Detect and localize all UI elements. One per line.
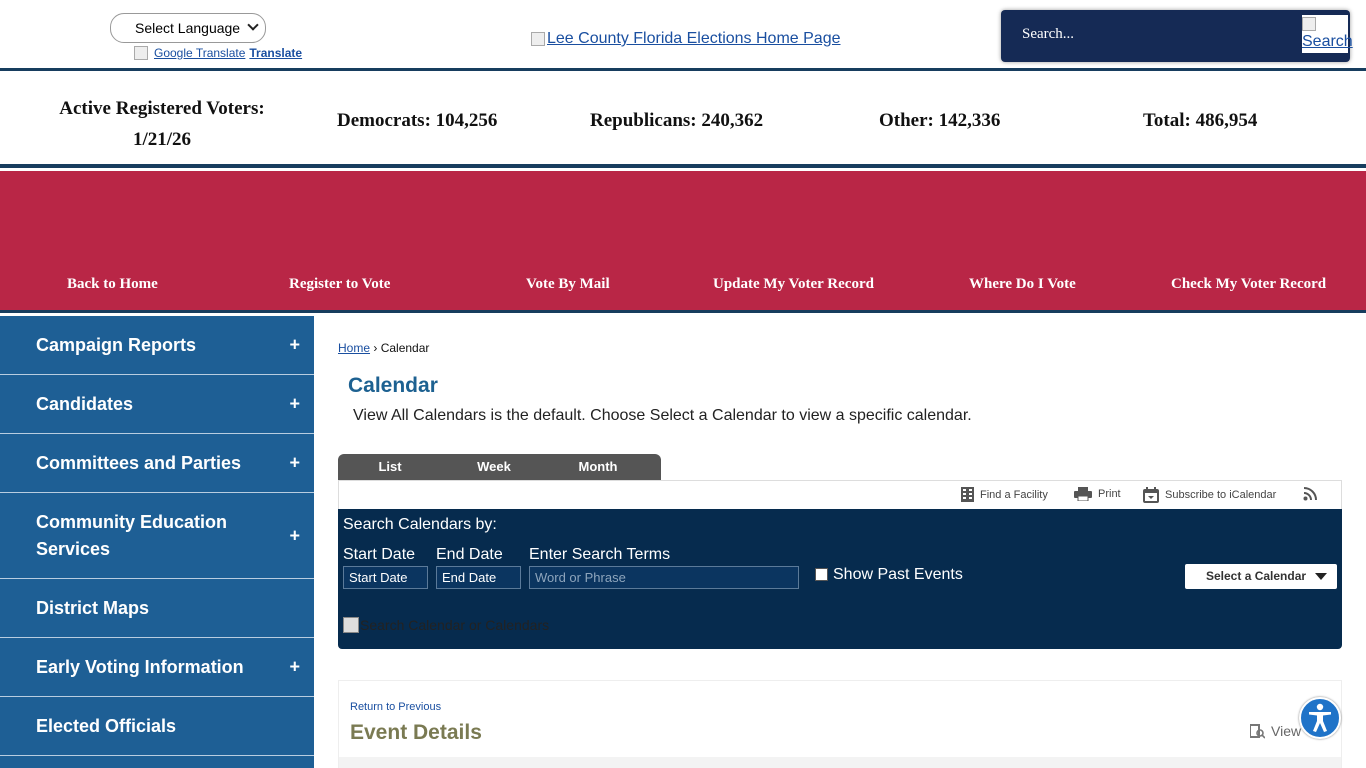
sidebar-item-community-education[interactable]: Community Education Services +: [0, 493, 314, 579]
broken-image-icon: [343, 617, 359, 633]
sidebar-item-label: Community Education Services: [36, 511, 228, 559]
calendar-icon: [1143, 487, 1159, 503]
plus-icon[interactable]: +: [289, 657, 300, 678]
sidebar-item-early-voting[interactable]: Early Voting Information +: [0, 638, 314, 697]
sidebar-item-district-maps[interactable]: District Maps: [0, 579, 314, 638]
print-label: Print: [1098, 488, 1121, 500]
nav-update-voter-record[interactable]: Update My Voter Record: [713, 276, 874, 293]
sidebar-item-label: Elected Officials: [36, 715, 177, 736]
main-nav-band: Back to Home Register to Vote Vote By Ma…: [0, 171, 1366, 313]
select-calendar-dropdown[interactable]: Select a Calendar: [1185, 564, 1337, 589]
sidebar-item-label: Committees and Parties: [36, 452, 242, 473]
plus-icon[interactable]: +: [289, 335, 300, 356]
map-search-icon: [1250, 723, 1265, 739]
details-divider: [339, 757, 1341, 768]
tab-list[interactable]: List: [338, 454, 442, 480]
rss-icon: [1303, 487, 1317, 501]
plus-icon[interactable]: +: [289, 453, 300, 474]
sidebar-item-campaign-reports[interactable]: Campaign Reports +: [0, 316, 314, 375]
sidebar-item-committees-parties[interactable]: Committees and Parties +: [0, 434, 314, 493]
republicans-count: Republicans: 240,362: [590, 110, 764, 131]
main-content: Home › Calendar Calendar View All Calend…: [314, 316, 1366, 768]
site-search-input[interactable]: Search...: [1022, 26, 1074, 43]
print-button[interactable]: Print: [1074, 487, 1121, 501]
google-translate-logo-icon: [134, 46, 148, 60]
breadcrumb-separator: ›: [373, 341, 378, 355]
site-logo-link[interactable]: Lee County Florida Elections Home Page: [531, 30, 841, 48]
site-logo-alt-text: Lee County Florida Elections Home Page: [547, 30, 841, 47]
nav-where-do-i-vote[interactable]: Where Do I Vote: [969, 276, 1076, 293]
page-intro: View All Calendars is the default. Choos…: [353, 407, 972, 424]
sidebar-item-elected-officials[interactable]: Elected Officials: [0, 697, 314, 756]
return-to-previous-link[interactable]: Return to Previous: [350, 701, 441, 713]
show-past-events-label: Show Past Events: [833, 566, 963, 583]
plus-icon[interactable]: +: [289, 394, 300, 415]
site-search-box: Search... Search: [1001, 10, 1353, 62]
end-date-label: End Date: [436, 546, 503, 563]
voter-stats-bar: Active Registered Voters: 1/21/26 Democr…: [0, 74, 1366, 168]
view-label: View: [1271, 723, 1302, 739]
sidebar-menu: Campaign Reports + Candidates + Committe…: [0, 316, 314, 768]
search-calendar-button[interactable]: Search Calendar or Calendars: [343, 617, 549, 633]
sidebar-item-label: Campaign Reports: [36, 334, 197, 355]
breadcrumb-current: Calendar: [380, 341, 430, 355]
sidebar-item-label: Early Voting Information: [36, 656, 244, 677]
event-details-section: Return to Previous Event Details View: [338, 680, 1342, 768]
language-select[interactable]: Select Language: [110, 13, 266, 43]
nav-back-to-home[interactable]: Back to Home: [67, 276, 158, 293]
democrats-count: Democrats: 104,256: [337, 110, 498, 131]
caret-down-icon: [1315, 573, 1327, 580]
sidebar-item-label: Candidates: [36, 393, 134, 414]
search-calendar-button-alt: Search Calendar or Calendars: [360, 617, 550, 633]
language-select-label: Select Language: [135, 20, 241, 36]
active-voters-label: Active Registered Voters: 1/21/26: [52, 93, 272, 155]
plus-icon[interactable]: +: [289, 522, 300, 549]
start-date-label: Start Date: [343, 546, 416, 563]
search-terms-label: Enter Search Terms: [529, 546, 671, 563]
top-header: Select Language Google Translate Transla…: [0, 0, 1366, 71]
rss-button[interactable]: [1303, 487, 1317, 501]
view-tabs: List Week Month: [338, 454, 661, 480]
sidebar-item-label: District Maps: [36, 597, 150, 618]
nav-check-voter-record[interactable]: Check My Voter Record: [1171, 276, 1326, 293]
tab-week[interactable]: Week: [442, 454, 546, 480]
search-icon: [1302, 17, 1316, 31]
calendar-toolbar: Find a Facility Print Subscribe to iCale…: [338, 480, 1342, 509]
subscribe-icalendar-button[interactable]: Subscribe to iCalendar: [1143, 487, 1276, 503]
chevron-down-icon: [247, 19, 259, 31]
active-voters-heading: Active Registered Voters:: [59, 98, 265, 119]
breadcrumb-home-link[interactable]: Home: [338, 341, 370, 355]
nav-register-to-vote[interactable]: Register to Vote: [289, 276, 390, 293]
active-voters-date: 1/21/26: [132, 129, 192, 150]
translate-link[interactable]: Translate: [249, 46, 302, 60]
find-facility-button[interactable]: Find a Facility: [961, 487, 1048, 502]
sidebar-item-candidates[interactable]: Candidates +: [0, 375, 314, 434]
other-count: Other: 142,336: [879, 110, 1001, 131]
total-count: Total: 486,954: [1143, 110, 1258, 131]
view-on-map-button[interactable]: View: [1250, 723, 1301, 739]
search-panel-title: Search Calendars by:: [343, 516, 497, 533]
google-translate-row: Google Translate Translate: [134, 46, 302, 60]
start-date-input[interactable]: Start Date: [343, 566, 428, 589]
show-past-events-checkbox[interactable]: [815, 568, 828, 581]
subscribe-label: Subscribe to iCalendar: [1165, 489, 1277, 501]
select-calendar-label: Select a Calendar: [1206, 569, 1307, 583]
accessibility-button[interactable]: [1299, 697, 1341, 739]
event-details-title: Event Details: [350, 721, 482, 744]
broken-image-icon: [531, 32, 545, 46]
tab-month[interactable]: Month: [546, 454, 650, 480]
calendar-search-panel: Search Calendars by: Start Date Start Da…: [338, 509, 1342, 649]
end-date-input[interactable]: End Date: [436, 566, 521, 589]
google-translate-image-link[interactable]: Google Translate: [154, 46, 245, 60]
breadcrumb: Home › Calendar: [338, 341, 429, 355]
site-search-button[interactable]: Search: [1302, 15, 1353, 53]
nav-vote-by-mail[interactable]: Vote By Mail: [526, 276, 610, 293]
site-search-button-alt: Search: [1302, 33, 1353, 50]
building-icon: [961, 487, 974, 502]
print-icon: [1074, 487, 1092, 501]
accessibility-icon: [1309, 703, 1331, 732]
page-title: Calendar: [348, 374, 438, 397]
find-facility-label: Find a Facility: [980, 488, 1048, 501]
search-terms-input[interactable]: Word or Phrase: [529, 566, 799, 589]
